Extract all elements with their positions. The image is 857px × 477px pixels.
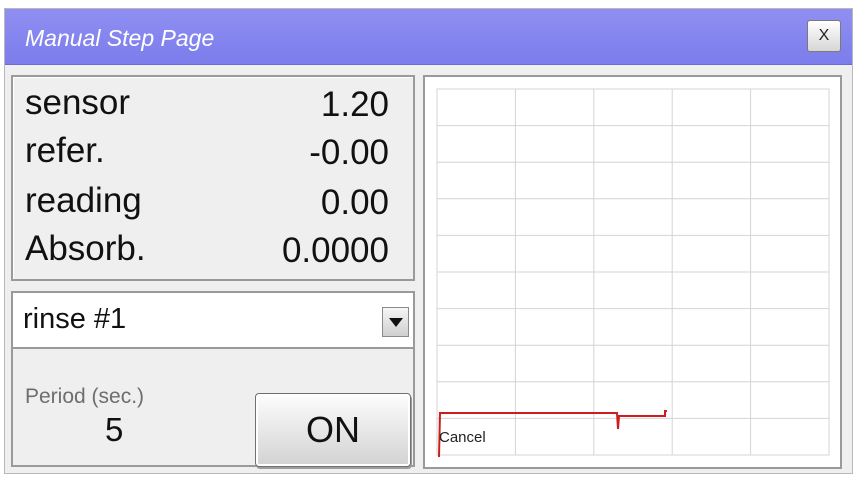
dropdown-arrow-button[interactable] [382, 307, 409, 337]
step-control-panel: rinse #1 Period (sec.) 5 ON [11, 291, 415, 467]
chevron-down-icon [389, 318, 403, 327]
readout-label: Absorb. [25, 229, 146, 268]
readout-row-absorbance: Absorb. 0.0000 [13, 229, 413, 279]
step-select-value: rinse #1 [23, 303, 127, 335]
chart-grid [436, 88, 830, 456]
period-value: 5 [105, 411, 124, 448]
close-button[interactable]: X [807, 20, 841, 52]
manual-step-window: Manual Step Page X sensor 1.20 refer. -0… [4, 8, 853, 474]
readout-row-sensor: sensor 1.20 [13, 83, 413, 133]
on-button[interactable]: ON [255, 393, 411, 467]
readout-value: -0.00 [309, 133, 389, 172]
window-title: Manual Step Page [25, 25, 215, 51]
readout-row-reading: reading 0.00 [13, 181, 413, 231]
trace-chart: Cancel [423, 75, 842, 469]
readout-label: sensor [25, 83, 131, 122]
chart-canvas [436, 88, 830, 458]
readout-row-reference: refer. -0.00 [13, 131, 413, 181]
readout-value: 0.00 [320, 183, 389, 222]
readout-panel: sensor 1.20 refer. -0.00 reading 0.00 Ab… [11, 75, 415, 281]
period-label: Period (sec.) [25, 385, 145, 408]
readout-value: 1.20 [320, 85, 389, 124]
readout-label: reading [25, 181, 142, 220]
cancel-label[interactable]: Cancel [439, 429, 486, 446]
step-select-dropdown[interactable]: rinse #1 [13, 293, 413, 349]
readout-value: 0.0000 [281, 231, 389, 270]
title-bar: Manual Step Page X [5, 9, 852, 65]
readout-label: refer. [25, 131, 105, 170]
